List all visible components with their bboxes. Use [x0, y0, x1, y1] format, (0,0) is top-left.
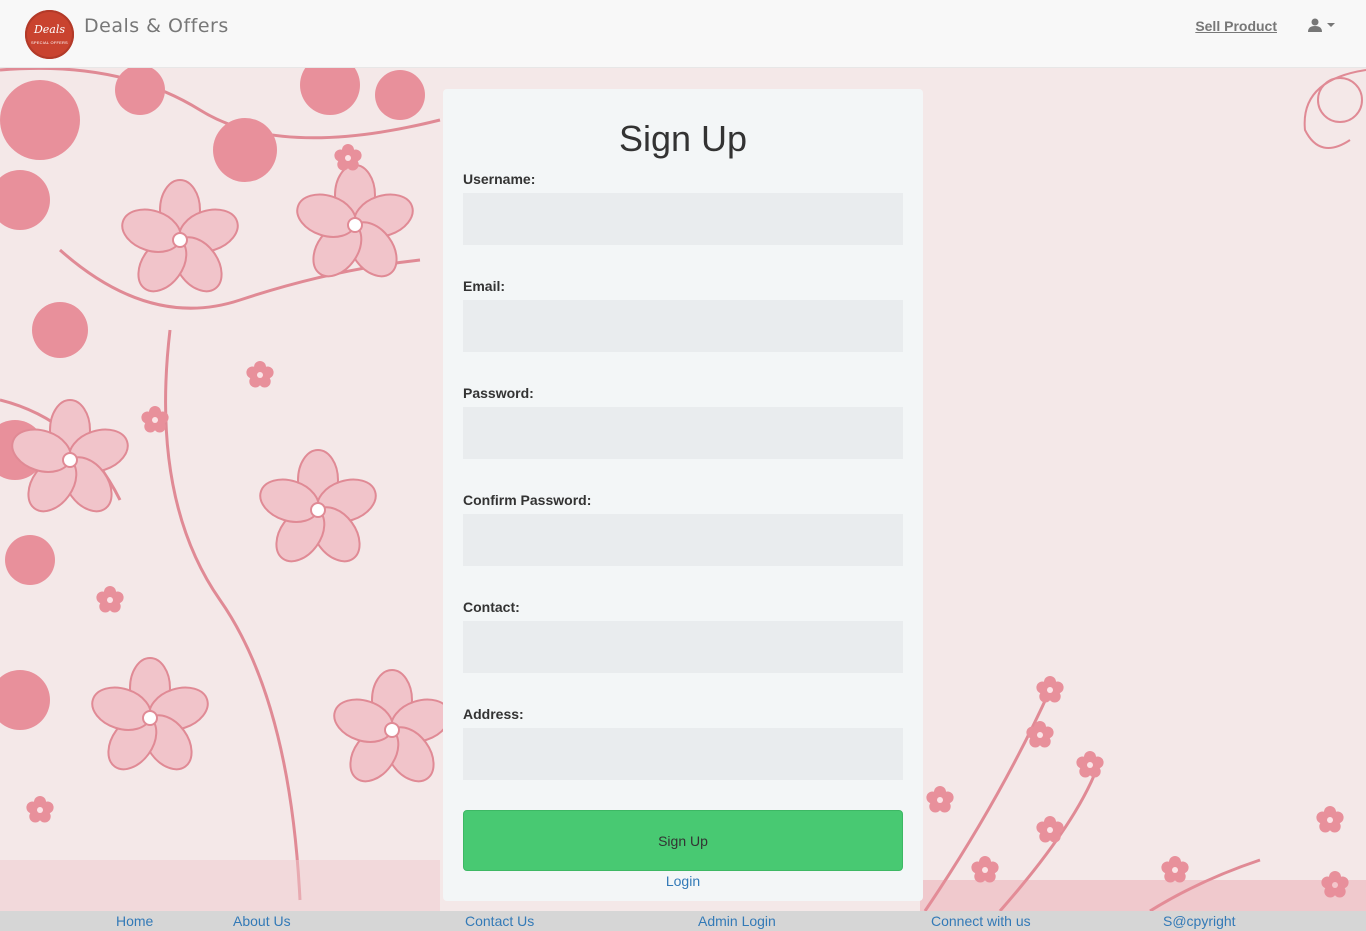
- signup-panel: Sign Up Username: Email: Password: Confi…: [443, 89, 923, 901]
- top-navbar: Deals SPECIAL OFFERS Deals & Offers Sell…: [0, 0, 1366, 68]
- footer-link-about-us[interactable]: About Us: [233, 913, 291, 929]
- footer-link-connect-with-us[interactable]: Connect with us: [931, 913, 1031, 929]
- address-input[interactable]: [463, 728, 903, 780]
- brand-name[interactable]: Deals & Offers: [84, 15, 229, 37]
- confirm-password-label: Confirm Password:: [463, 492, 592, 508]
- username-input[interactable]: [463, 193, 903, 245]
- chevron-down-icon: [1327, 23, 1335, 28]
- sell-product-link[interactable]: Sell Product: [1195, 18, 1277, 34]
- email-label: Email:: [463, 278, 506, 294]
- email-input[interactable]: [463, 300, 903, 352]
- address-label: Address:: [463, 706, 524, 722]
- signup-button[interactable]: Sign Up: [463, 810, 903, 871]
- username-label: Username:: [463, 171, 536, 187]
- user-icon: [1308, 18, 1322, 33]
- footer-copyright[interactable]: S@cpyright: [1163, 913, 1236, 929]
- login-link[interactable]: Login: [443, 873, 923, 889]
- password-input[interactable]: [463, 407, 903, 459]
- logo-subtext: SPECIAL OFFERS: [31, 40, 68, 45]
- logo-text: Deals: [33, 23, 66, 36]
- footer-link-admin-login[interactable]: Admin Login: [698, 913, 776, 929]
- footer-link-contact-us[interactable]: Contact Us: [465, 913, 534, 929]
- footer: Home About Us Contact Us Admin Login Con…: [0, 911, 1366, 931]
- contact-label: Contact:: [463, 599, 520, 615]
- footer-link-home[interactable]: Home: [116, 913, 153, 929]
- confirm-password-input[interactable]: [463, 514, 903, 566]
- contact-input[interactable]: [463, 621, 903, 673]
- password-label: Password:: [463, 385, 534, 401]
- user-menu-dropdown[interactable]: [1308, 16, 1335, 33]
- brand-logo[interactable]: Deals SPECIAL OFFERS: [25, 10, 74, 59]
- page-title: Sign Up: [618, 118, 748, 159]
